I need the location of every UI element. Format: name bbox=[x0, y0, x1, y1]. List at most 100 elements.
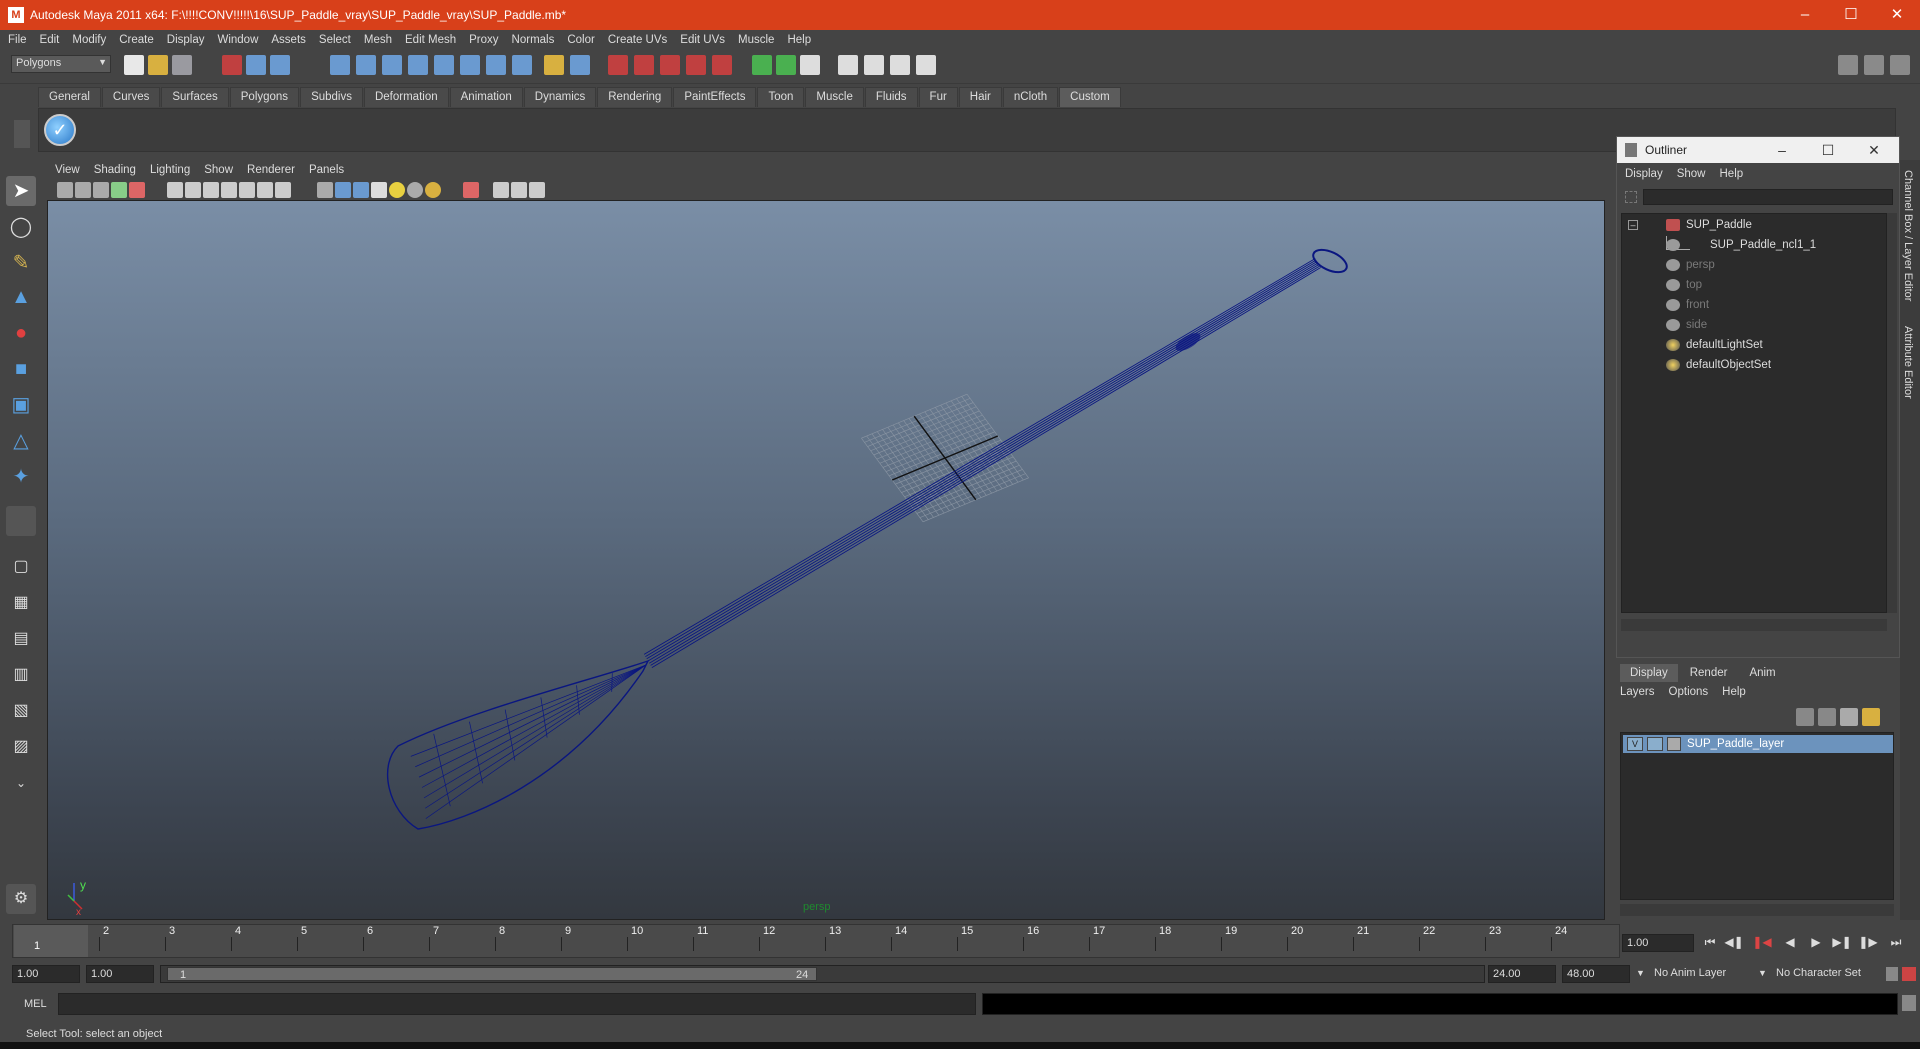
auto-key-icon[interactable] bbox=[1886, 967, 1898, 981]
outliner-menu-show[interactable]: Show bbox=[1677, 168, 1706, 180]
snap-point-icon[interactable] bbox=[660, 55, 680, 75]
menu-modify[interactable]: Modify bbox=[72, 34, 106, 46]
layout-single-pane-icon[interactable]: ▢ bbox=[6, 552, 36, 582]
shelf-tab-muscle[interactable]: Muscle bbox=[805, 87, 864, 107]
pick-surfaces-icon[interactable] bbox=[408, 55, 428, 75]
shelf-tab-curves[interactable]: Curves bbox=[101, 87, 161, 107]
perspective-viewport[interactable]: y x persp bbox=[47, 200, 1605, 920]
paint-select-tool-icon[interactable]: ✎ bbox=[6, 248, 36, 278]
film-gate-icon[interactable] bbox=[185, 182, 201, 198]
animation-end-field[interactable]: 48.00 bbox=[1562, 965, 1630, 983]
new-layer-from-selection-icon[interactable] bbox=[1862, 708, 1880, 726]
render-settings-icon[interactable] bbox=[916, 55, 936, 75]
show-attribute-editor-icon[interactable] bbox=[1838, 55, 1858, 75]
playback-end-field[interactable]: 24.00 bbox=[1488, 965, 1556, 983]
snap-view-plane-icon[interactable] bbox=[686, 55, 706, 75]
layout-graph-editor-icon[interactable]: ▨ bbox=[6, 732, 36, 762]
wireframe-on-shaded-icon[interactable] bbox=[353, 182, 369, 198]
menu-edit[interactable]: Edit bbox=[40, 34, 60, 46]
select-object-icon[interactable] bbox=[246, 55, 266, 75]
history-icon[interactable] bbox=[752, 55, 772, 75]
tool-settings-icon[interactable]: ⚙ bbox=[6, 884, 36, 914]
character-set-selector[interactable]: No Character Set bbox=[1772, 965, 1882, 983]
layer-color-swatch[interactable] bbox=[1667, 737, 1681, 751]
go-to-start-icon[interactable]: ⏮ bbox=[1700, 932, 1720, 952]
layout-four-pane-icon[interactable]: ▦ bbox=[6, 588, 36, 618]
lock-selection-icon[interactable] bbox=[544, 55, 564, 75]
shelf-tab-fluids[interactable]: Fluids bbox=[864, 87, 918, 107]
soft-mod-tool-icon[interactable]: △ bbox=[6, 426, 36, 456]
outliner-menu-help[interactable]: Help bbox=[1720, 168, 1744, 180]
range-slider[interactable]: 1 24 bbox=[160, 965, 1485, 983]
safe-action-icon[interactable] bbox=[257, 182, 273, 198]
safe-title-icon[interactable] bbox=[275, 182, 291, 198]
shelf-tab-rendering[interactable]: Rendering bbox=[597, 87, 673, 107]
command-language-toggle[interactable]: MEL bbox=[24, 998, 47, 1010]
xray-joints-icon[interactable] bbox=[511, 182, 527, 198]
step-forward-key-icon[interactable]: ▶❚ bbox=[1832, 932, 1852, 952]
viewport-menu-panels[interactable]: Panels bbox=[309, 164, 344, 176]
show-tool-settings-icon[interactable] bbox=[1864, 55, 1884, 75]
layer-row[interactable]: V SUP_Paddle_layer bbox=[1623, 735, 1893, 753]
manipulator-tool-icon[interactable]: ▣ bbox=[6, 390, 36, 420]
construction-history-icon[interactable] bbox=[800, 55, 820, 75]
menu-normals[interactable]: Normals bbox=[512, 34, 555, 46]
render-view-icon[interactable] bbox=[838, 55, 858, 75]
menu-mesh[interactable]: Mesh bbox=[364, 34, 392, 46]
outliner-minimize-icon[interactable]: – bbox=[1759, 137, 1805, 163]
layout-persp-graph-icon[interactable]: ▥ bbox=[6, 660, 36, 690]
save-scene-icon[interactable] bbox=[172, 55, 192, 75]
menu-set-selector[interactable]: Polygons ▼ bbox=[11, 55, 111, 73]
outliner-item[interactable]: front bbox=[1666, 296, 1709, 314]
animation-start-field[interactable]: 1.00 bbox=[12, 965, 80, 983]
outliner-vertical-scrollbar[interactable] bbox=[1887, 213, 1897, 613]
menu-create[interactable]: Create bbox=[119, 34, 154, 46]
show-channel-box-icon[interactable] bbox=[1890, 55, 1910, 75]
layer-menu-options[interactable]: Options bbox=[1669, 686, 1709, 698]
script-editor-icon[interactable] bbox=[1902, 995, 1916, 1011]
step-forward-frame-icon[interactable]: ❚▶ bbox=[1858, 932, 1878, 952]
select-tool-icon[interactable]: ➤ bbox=[6, 176, 36, 206]
shelf-tab-ncloth[interactable]: nCloth bbox=[1002, 87, 1059, 107]
character-set-dropdown-icon[interactable]: ▼ bbox=[1758, 968, 1767, 978]
xray-icon[interactable] bbox=[493, 182, 509, 198]
move-layer-up-icon[interactable] bbox=[1796, 708, 1814, 726]
show-manipulator-icon[interactable]: ✦ bbox=[6, 462, 36, 492]
outliner-item[interactable]: defaultLightSet bbox=[1666, 336, 1763, 354]
range-slider-handle[interactable]: 1 24 bbox=[167, 967, 817, 981]
shelf-tab-general[interactable]: General bbox=[38, 87, 101, 107]
current-time-field[interactable]: 1.00 bbox=[1622, 934, 1694, 952]
pick-rendering-icon[interactable] bbox=[486, 55, 506, 75]
layer-menu-help[interactable]: Help bbox=[1722, 686, 1746, 698]
current-time-marker[interactable] bbox=[14, 925, 88, 957]
lasso-tool-icon[interactable]: ◯ bbox=[6, 212, 36, 242]
layout-persp-outliner-icon[interactable]: ▤ bbox=[6, 624, 36, 654]
render-frame-icon[interactable] bbox=[864, 55, 884, 75]
open-scene-icon[interactable] bbox=[148, 55, 168, 75]
shelf-tab-custom[interactable]: Custom bbox=[1059, 87, 1121, 107]
grid-toggle-icon[interactable] bbox=[167, 182, 183, 198]
step-back-frame-icon[interactable]: ◀❚ bbox=[1724, 932, 1744, 952]
new-empty-layer-icon[interactable] bbox=[1840, 708, 1858, 726]
pick-mask-icon[interactable] bbox=[330, 55, 350, 75]
menu-file[interactable]: File bbox=[8, 34, 27, 46]
channel-box-tab[interactable]: Channel Box / Layer Editor bbox=[1902, 170, 1914, 301]
playback-start-field[interactable]: 1.00 bbox=[86, 965, 154, 983]
collapse-icon[interactable]: – bbox=[1628, 220, 1638, 230]
play-forwards-icon[interactable]: ▶ bbox=[1806, 932, 1826, 952]
menu-color[interactable]: Color bbox=[567, 34, 594, 46]
layer-tab-render[interactable]: Render bbox=[1680, 664, 1738, 682]
scale-tool-icon[interactable]: ■ bbox=[6, 354, 36, 384]
ipr-render-icon[interactable] bbox=[890, 55, 910, 75]
grease-pencil-icon[interactable] bbox=[129, 182, 145, 198]
outliner-menu-display[interactable]: Display bbox=[1625, 168, 1663, 180]
resolution-gate-icon[interactable] bbox=[203, 182, 219, 198]
pick-misc-icon[interactable] bbox=[512, 55, 532, 75]
outliner-item[interactable]: SUP_Paddle bbox=[1666, 216, 1752, 234]
shelf-tab-hair[interactable]: Hair bbox=[958, 87, 1002, 107]
viewport-menu-shading[interactable]: Shading bbox=[94, 164, 136, 176]
xray-components-icon[interactable] bbox=[529, 182, 545, 198]
rotate-tool-icon[interactable]: ● bbox=[6, 318, 36, 348]
shelf-tab-deformation[interactable]: Deformation bbox=[363, 87, 449, 107]
snap-curve-icon[interactable] bbox=[634, 55, 654, 75]
